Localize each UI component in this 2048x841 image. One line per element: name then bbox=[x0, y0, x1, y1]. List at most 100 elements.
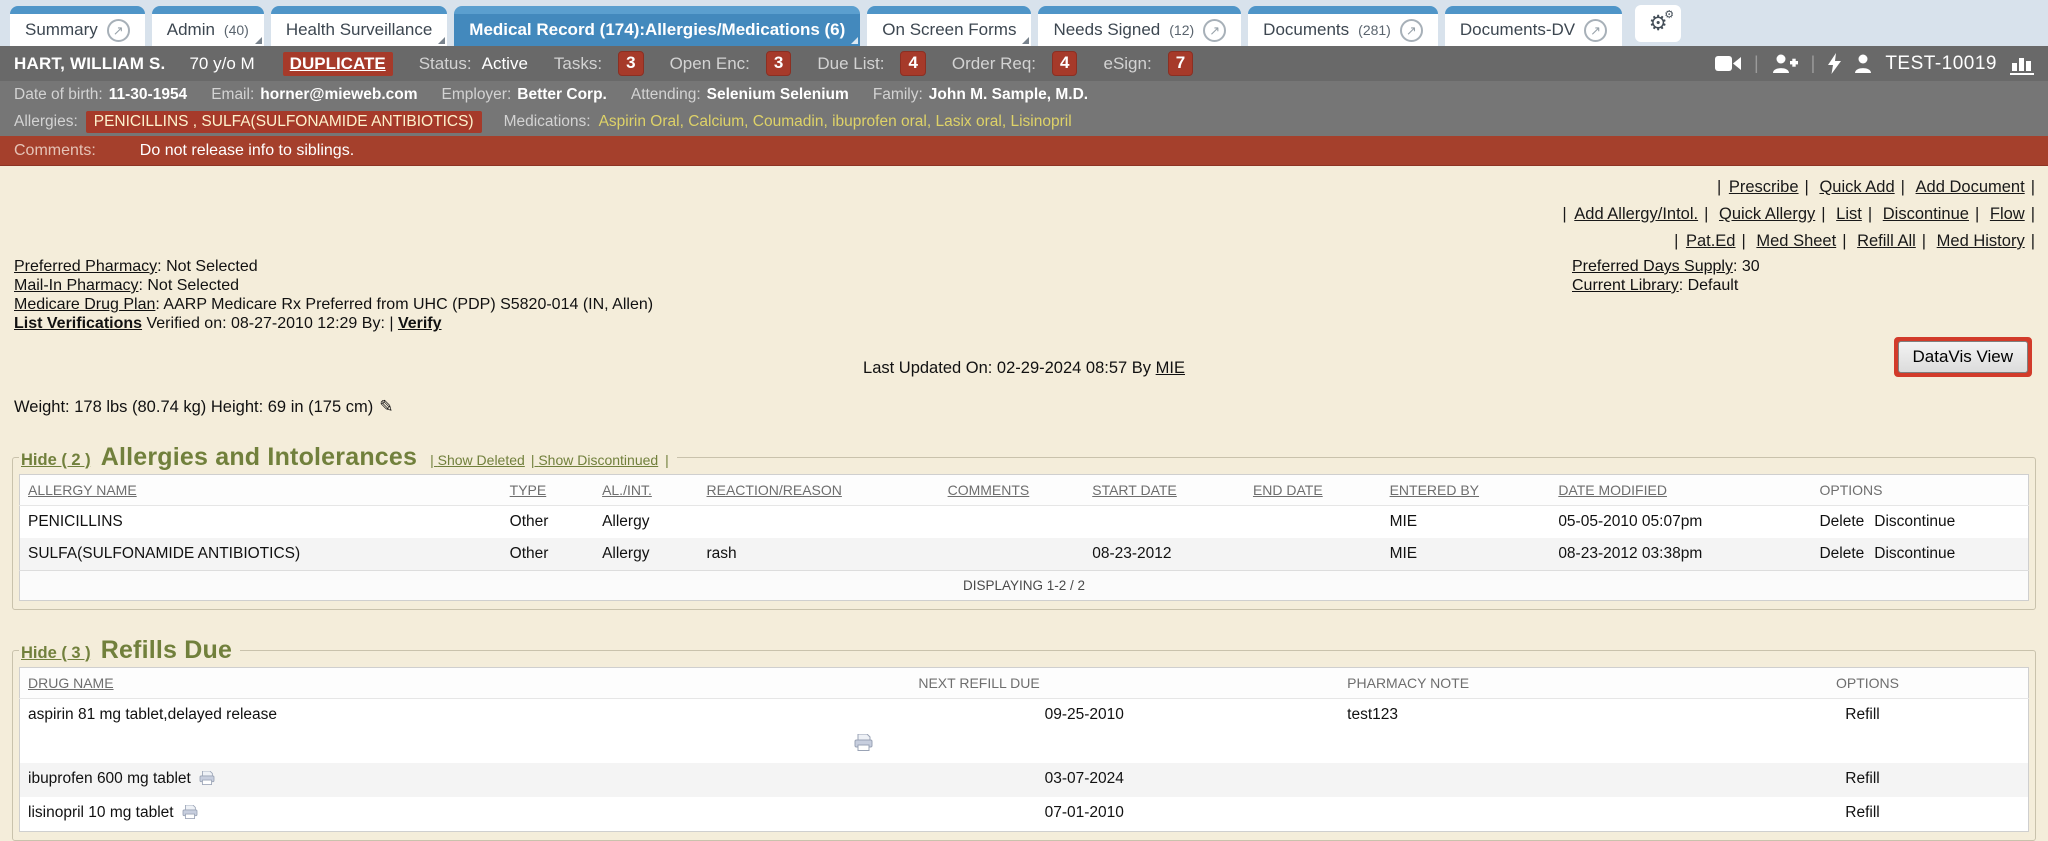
tab-medical-record[interactable]: Medical Record (174):Allergies/Medicatio… bbox=[454, 6, 860, 46]
medicare-plan-link[interactable]: Medicare Drug Plan bbox=[14, 296, 155, 313]
datavis-view-button[interactable]: DataVis View bbox=[1898, 341, 2028, 373]
open-enc-badge[interactable]: 3 bbox=[766, 51, 791, 76]
discontinue-link[interactable]: Discontinue bbox=[1883, 205, 1980, 223]
last-updated-text: Last Updated On: 02-29-2024 08:57 By bbox=[863, 359, 1156, 377]
allergy-alert[interactable]: PENICILLINS , SULFA(SULFONAMIDE ANTIBIOT… bbox=[86, 111, 482, 133]
medication-link[interactable]: Calcium bbox=[688, 113, 753, 130]
tab-on-screen-forms[interactable]: On Screen Forms bbox=[867, 6, 1031, 46]
print-icon[interactable] bbox=[199, 771, 215, 790]
col-al-int[interactable]: AL./INT. bbox=[594, 475, 698, 506]
delete-link[interactable]: Delete bbox=[1819, 513, 1864, 530]
preferred-days-supply-link[interactable]: Preferred Days Supply bbox=[1572, 258, 1733, 275]
tab-admin[interactable]: Admin (40) bbox=[152, 6, 264, 46]
med-history-link[interactable]: Med History bbox=[1937, 232, 2035, 250]
tab-needs-signed[interactable]: Needs Signed (12) ↗ bbox=[1038, 6, 1241, 46]
refill-link[interactable]: Refill bbox=[1845, 804, 1879, 821]
flow-link[interactable]: Flow bbox=[1990, 205, 2035, 223]
medication-link[interactable]: Lasix oral bbox=[936, 113, 1011, 130]
refill-all-link[interactable]: Refill All bbox=[1857, 232, 1926, 250]
tab-summary[interactable]: Summary ↗ bbox=[10, 6, 145, 46]
prescribe-link[interactable]: Prescribe bbox=[1729, 178, 1809, 196]
popout-icon[interactable]: ↗ bbox=[107, 19, 130, 42]
popout-icon[interactable]: ↗ bbox=[1584, 19, 1607, 42]
add-document-link[interactable]: Add Document bbox=[1916, 178, 2035, 196]
verify-link[interactable]: Verify bbox=[398, 315, 442, 332]
tab-documents-dv[interactable]: Documents-DV ↗ bbox=[1445, 6, 1622, 46]
medication-link[interactable]: Aspirin Oral bbox=[599, 113, 689, 130]
col-type[interactable]: TYPE bbox=[502, 475, 594, 506]
list-verifications-link[interactable]: List Verifications bbox=[14, 315, 142, 332]
allergy-comments bbox=[940, 538, 1085, 571]
patient-name: HART, WILLIAM S. bbox=[14, 54, 165, 74]
next-refill-due: 09-25-2010 bbox=[883, 699, 1285, 764]
action-row-1: Prescribe Quick Add Add Document bbox=[0, 174, 2038, 201]
mie-link[interactable]: MIE bbox=[1156, 359, 1185, 377]
quick-allergy-link[interactable]: Quick Allergy bbox=[1719, 205, 1826, 223]
preferred-pharmacy-line: Preferred Pharmacy: Not Selected bbox=[14, 257, 653, 276]
list-link[interactable]: List bbox=[1836, 205, 1872, 223]
show-deleted-link[interactable]: Show Deleted bbox=[430, 452, 525, 468]
delete-link[interactable]: Delete bbox=[1819, 545, 1864, 562]
quick-add-link[interactable]: Quick Add bbox=[1819, 178, 1905, 196]
due-list-badge[interactable]: 4 bbox=[900, 51, 925, 76]
current-library-link[interactable]: Current Library bbox=[1572, 277, 1679, 294]
esign-badge[interactable]: 7 bbox=[1168, 51, 1193, 76]
refill-link[interactable]: Refill bbox=[1845, 706, 1879, 723]
order-req-badge[interactable]: 4 bbox=[1052, 51, 1077, 76]
allergy-options: Delete Discontinue bbox=[1811, 506, 2028, 539]
popout-icon[interactable]: ↗ bbox=[1203, 19, 1226, 42]
tab-label: Admin bbox=[167, 20, 215, 40]
datavis-highlight: DataVis View bbox=[1894, 337, 2032, 377]
discontinue-link[interactable]: Discontinue bbox=[1874, 513, 1955, 530]
allergy-reaction bbox=[699, 506, 940, 539]
separator: | bbox=[1811, 53, 1816, 74]
col-drug-name[interactable]: DRUG NAME bbox=[20, 668, 884, 699]
edit-pencil-icon[interactable]: ✎ bbox=[379, 397, 393, 417]
print-icon[interactable] bbox=[182, 805, 198, 824]
col-allergy-name[interactable]: ALLERGY NAME bbox=[20, 475, 502, 506]
add-allergy-link[interactable]: Add Allergy/Intol. bbox=[1574, 205, 1708, 223]
medication-link[interactable]: Coumadin bbox=[753, 113, 832, 130]
col-comments[interactable]: COMMENTS bbox=[940, 475, 1085, 506]
col-end-date[interactable]: END DATE bbox=[1245, 475, 1382, 506]
family-label: Family: bbox=[873, 86, 923, 104]
add-user-icon[interactable] bbox=[1772, 54, 1798, 73]
col-start-date[interactable]: START DATE bbox=[1084, 475, 1245, 506]
pharmacy-info-row: Preferred Pharmacy: Not Selected Mail-In… bbox=[0, 257, 2048, 333]
col-entered-by[interactable]: ENTERED BY bbox=[1382, 475, 1551, 506]
days-supply-value: : 30 bbox=[1733, 258, 1760, 275]
family-value: John M. Sample, M.D. bbox=[929, 86, 1088, 104]
col-date-modified[interactable]: DATE MODIFIED bbox=[1550, 475, 1811, 506]
refills-hide-link[interactable]: Hide ( 3 ) bbox=[21, 644, 91, 663]
tab-documents[interactable]: Documents (281) ↗ bbox=[1248, 6, 1438, 46]
refill-row-lisinopril: lisinopril 10 mg tablet 07-01-2010 Refil… bbox=[20, 797, 2029, 832]
tasks-badge[interactable]: 3 bbox=[618, 51, 643, 76]
refills-section-title: Refills Due bbox=[101, 636, 232, 665]
allergies-hide-link[interactable]: Hide ( 2 ) bbox=[21, 451, 91, 470]
allergy-alint: Allergy bbox=[594, 538, 698, 571]
chart-icon[interactable] bbox=[2010, 53, 2034, 75]
pat-ed-link[interactable]: Pat.Ed bbox=[1686, 232, 1746, 250]
refill-link: Refill bbox=[1707, 699, 2028, 764]
print-icon[interactable] bbox=[854, 734, 873, 756]
lightning-icon[interactable] bbox=[1828, 53, 1841, 74]
status-label: Status: bbox=[419, 54, 472, 74]
tab-health-surveillance[interactable]: Health Surveillance bbox=[271, 6, 447, 46]
mailin-pharmacy-line: Mail-In Pharmacy: Not Selected bbox=[14, 276, 653, 295]
tab-settings-button[interactable]: ⚙ ⚙ bbox=[1635, 5, 1681, 42]
med-sheet-link[interactable]: Med Sheet bbox=[1756, 232, 1846, 250]
medication-link[interactable]: Lisinopril bbox=[1010, 113, 1071, 130]
tab-bar: Summary ↗ Admin (40) Health Surveillance… bbox=[0, 0, 2048, 46]
patient-icon[interactable] bbox=[1854, 54, 1872, 73]
popout-icon[interactable]: ↗ bbox=[1400, 19, 1423, 42]
preferred-pharmacy-link[interactable]: Preferred Pharmacy bbox=[14, 258, 157, 275]
duplicate-flag[interactable]: DUPLICATE bbox=[283, 52, 393, 76]
mailin-pharmacy-link[interactable]: Mail-In Pharmacy bbox=[14, 277, 138, 294]
col-reaction[interactable]: REACTION/REASON bbox=[699, 475, 940, 506]
discontinue-link[interactable]: Discontinue bbox=[1874, 545, 1955, 562]
medication-link[interactable]: ibuprofen oral bbox=[832, 113, 935, 130]
refill-link[interactable]: Refill bbox=[1845, 770, 1879, 787]
attending-value: Selenium Selenium bbox=[707, 86, 849, 104]
video-call-icon[interactable] bbox=[1715, 55, 1741, 72]
show-discontinued-link[interactable]: Show Discontinued bbox=[531, 452, 658, 468]
